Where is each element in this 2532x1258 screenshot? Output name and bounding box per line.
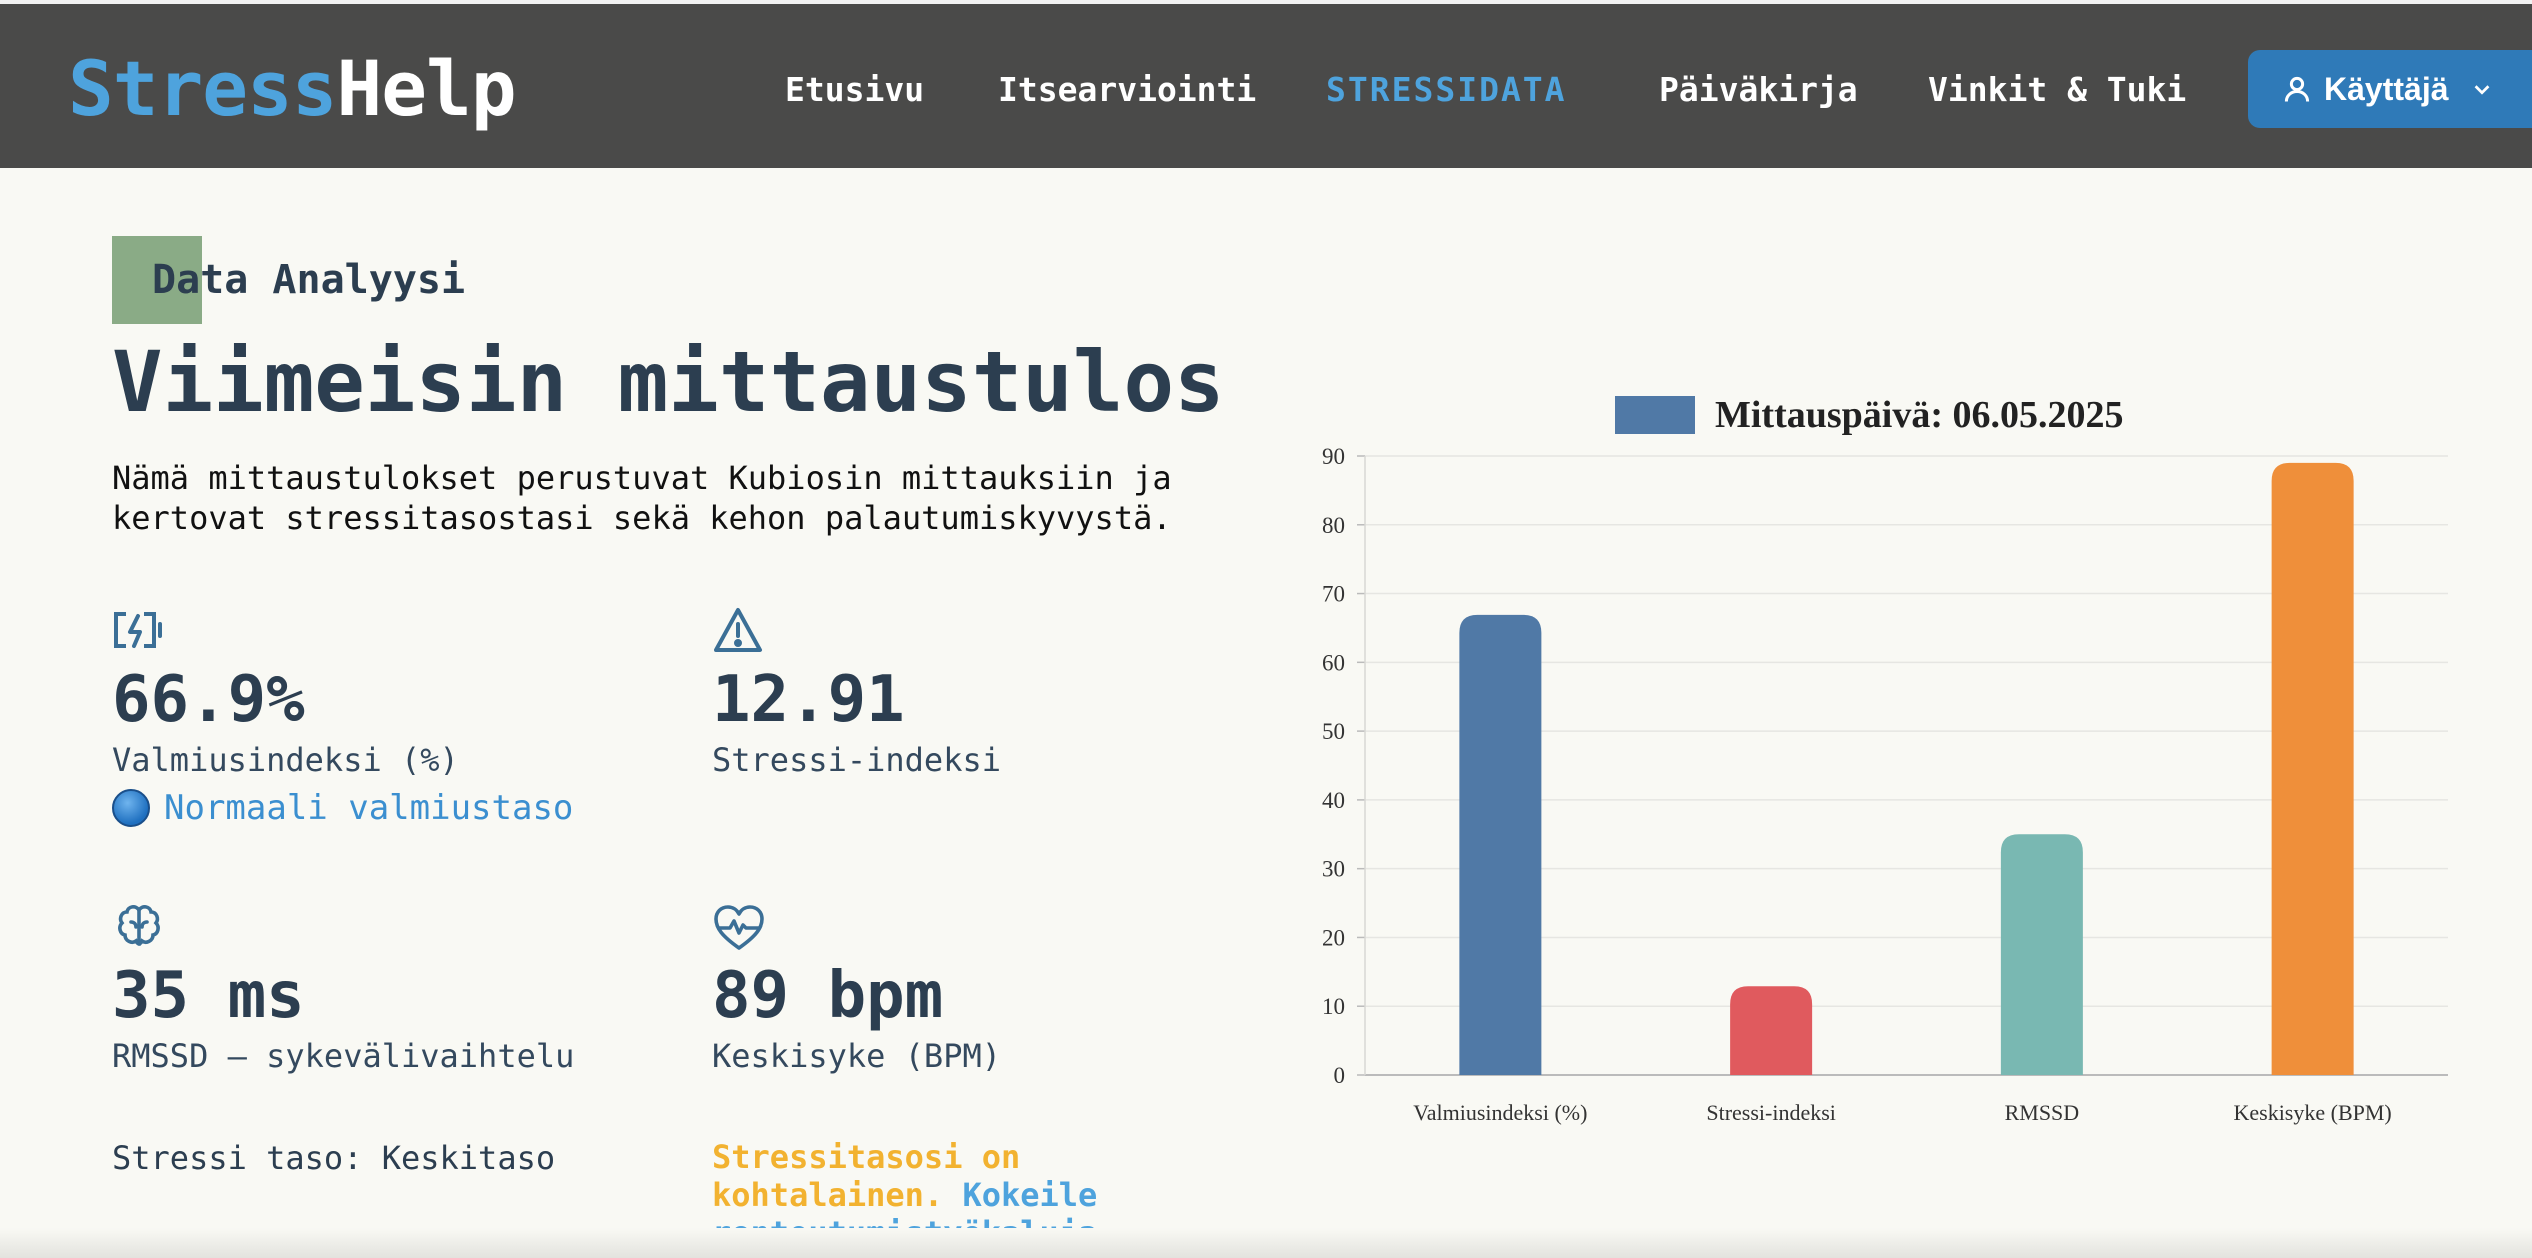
nav-link-paivakirja[interactable]: Päiväkirja [1659, 68, 1858, 112]
measurement-bar-chart: Mittauspäivä: 06.05.2025 0 10 20 30 40 50 60 70… [1322, 394, 2448, 1125]
bar-1[interactable] [1730, 986, 1813, 1075]
brand-logo[interactable]: StressHelp [68, 44, 517, 134]
readiness-status: Normaali valmiustaso [112, 786, 573, 830]
readiness-value: 66.9% [112, 663, 305, 737]
heart-pulse-icon [714, 905, 764, 950]
stress-index-value: 12.91 [712, 663, 905, 737]
stress-index-label: Stressi-indeksi [712, 741, 1001, 779]
y-tick-label: 80 [1322, 513, 1345, 538]
nav-link-itsearviointi[interactable]: Itsearviointi [998, 68, 1256, 112]
stress-level-text: Stressi taso: Keskitaso [112, 1139, 556, 1177]
legend-swatch [1615, 396, 1695, 434]
user-menu-label: Käyttäjä [2324, 70, 2449, 107]
heart-rate-label: Keskisyke (BPM) [712, 1037, 1001, 1075]
y-tick-label: 30 [1322, 857, 1345, 882]
bottom-shadow [0, 1228, 2532, 1258]
nav-link-etusivu[interactable]: Etusivu [785, 68, 924, 112]
y-tick-label: 10 [1322, 994, 1345, 1019]
user-icon [2284, 76, 2310, 102]
x-tick-label: RMSSD [2005, 1100, 2080, 1125]
legend-label: Mittauspäivä: 06.05.2025 [1715, 394, 2124, 436]
intro-line-1: Nämä mittaustulokset perustuvat Kubiosin… [112, 459, 1172, 497]
y-tick-label: 40 [1322, 788, 1345, 813]
nav-link-vinkit-tuki[interactable]: Vinkit & Tuki [1928, 68, 2186, 112]
user-menu-button[interactable]: Käyttäjä [2248, 50, 2532, 128]
heart-rate-value: 89 bpm [712, 959, 944, 1033]
brain-icon [118, 905, 160, 946]
x-tick-label: Valmiusindeksi (%) [1413, 1100, 1587, 1125]
y-tick-label: 50 [1322, 719, 1345, 744]
page-title: Viimeisin mittaustulos [112, 333, 1225, 431]
y-tick-label: 0 [1334, 1063, 1346, 1088]
rmssd-label: RMSSD – sykevälivaihtelu [112, 1037, 575, 1075]
warning-triangle-icon [714, 608, 762, 652]
x-tick-label: Keskisyke (BPM) [2233, 1100, 2391, 1125]
y-tick-label: 90 [1322, 444, 1345, 469]
chart-bars [1459, 462, 2354, 1075]
brand-part-1: Stress [68, 44, 338, 133]
readiness-status-text: Normaali valmiustaso [164, 788, 574, 828]
readiness-label: Valmiusindeksi (%) [112, 741, 459, 779]
section-eyebrow: Data Analyysi [152, 257, 466, 303]
bar-0[interactable] [1459, 614, 1542, 1075]
rmssd-value: 35 ms [112, 959, 305, 1033]
chevron-down-icon [2474, 85, 2489, 95]
y-tick-label: 20 [1322, 925, 1345, 950]
chart-x-labels: Valmiusindeksi (%) Stressi-indeksi RMSSD Ke… [1413, 1100, 2391, 1125]
intro-text: Nämä mittaustulokset perustuvat Kubiosin… [112, 458, 1212, 538]
bar-2[interactable] [2000, 834, 2083, 1075]
battery-charging-icon [114, 612, 162, 648]
brand-part-2: Help [336, 44, 517, 133]
y-tick-label: 70 [1322, 582, 1345, 607]
bar-3[interactable] [2271, 462, 2354, 1075]
navbar: StressHelp Etusivu Itsearviointi STRESSI… [0, 4, 2532, 168]
x-tick-label: Stressi-indeksi [1706, 1100, 1836, 1125]
blue-circle-icon [112, 789, 150, 827]
intro-line-2: kertovat stressitasostasi sekä kehon pal… [112, 499, 1172, 537]
y-tick-label: 60 [1322, 650, 1345, 675]
nav-link-stressidata[interactable]: STRESSIDATA [1326, 68, 1567, 112]
